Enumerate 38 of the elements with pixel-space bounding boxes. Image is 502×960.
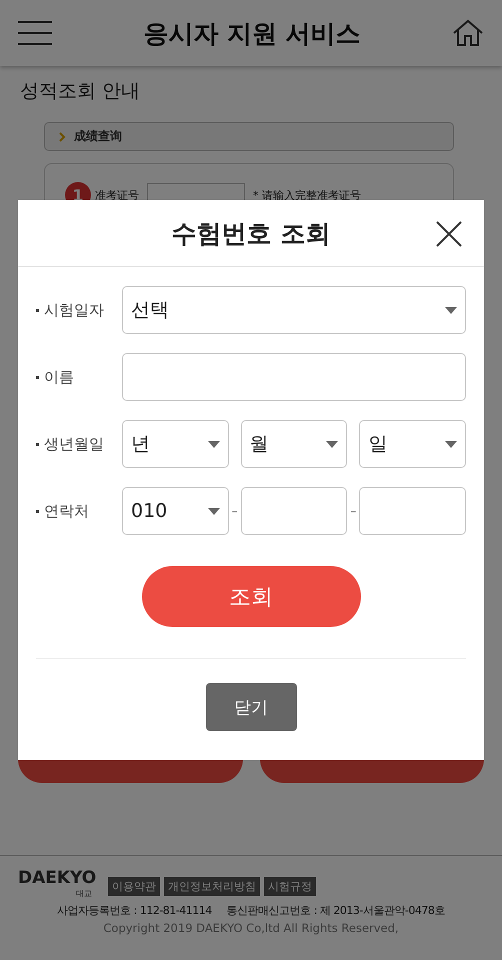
dialog-title: 수험번호 조회 <box>172 218 330 250</box>
select-field[interactable]: 선택 <box>122 286 466 334</box>
close-icon[interactable] <box>436 221 462 247</box>
company-logo: DAEKYO <box>18 868 96 888</box>
select-field[interactable]: 일 <box>359 420 466 468</box>
input-field[interactable] <box>359 487 466 535</box>
copyright-text: Copyright 2019 DAEKYO Co,ltd All Rights Reserved, <box>102 921 400 935</box>
section-heading: 성적조회 안내 <box>19 79 142 104</box>
field-label: 이름 <box>36 368 122 386</box>
input-field[interactable] <box>122 353 466 401</box>
select-field[interactable]: 월 <box>240 420 348 468</box>
footer-link[interactable]: 시험규정 <box>264 877 316 896</box>
separator: – <box>349 504 358 518</box>
chevron-icon <box>59 132 66 142</box>
footer-link[interactable]: 개인정보처리방침 <box>164 877 260 896</box>
footer-link[interactable]: 이용약관 <box>108 877 160 896</box>
close-button[interactable]: 닫기 <box>206 683 296 731</box>
input-field[interactable] <box>240 487 348 535</box>
home-icon[interactable] <box>452 19 484 47</box>
tab-label[interactable]: 成绩查询 <box>74 128 122 145</box>
field-label: 시험일자 <box>36 300 122 320</box>
page-title: 응시자 지원 서비스 <box>143 18 361 50</box>
separator: – <box>230 504 239 518</box>
select-field[interactable]: 년 <box>122 420 229 468</box>
field-label: 연락처 <box>36 502 122 520</box>
field-label: 생년월일 <box>36 434 122 454</box>
step-label: 准考证号 <box>95 188 139 202</box>
business-info: 사업자등록번호 : 112-81-41114 통신판매신고번호 : 제 2013-서울관악-0478호 <box>56 903 446 918</box>
caret-icon <box>445 440 458 448</box>
logo-caption: 대교 <box>76 888 92 899</box>
caret-icon <box>208 440 220 448</box>
caret-icon <box>445 306 457 314</box>
select-field[interactable]: 010 <box>122 487 229 535</box>
caret-icon <box>208 508 220 514</box>
caret-icon <box>326 440 338 448</box>
search-button[interactable]: 조회 <box>142 566 360 627</box>
hint-text: * 请输入完整准考证号 <box>253 188 361 202</box>
menu-icon[interactable] <box>18 21 52 45</box>
